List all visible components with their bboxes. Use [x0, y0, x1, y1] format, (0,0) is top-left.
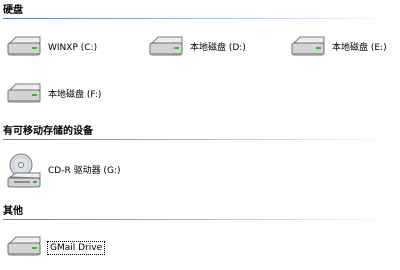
hard-drive-icon — [148, 34, 186, 62]
drive-label: GMail Drive — [47, 241, 106, 255]
section-header-removable-storage: 有可移动存储的设备 — [3, 126, 397, 140]
drive-label: 本地磁盘 (F:) — [48, 90, 102, 100]
section-title: 其他 — [3, 206, 23, 217]
drive-label: 本地磁盘 (D:) — [190, 43, 246, 53]
drive-item-e[interactable]: 本地磁盘 (E:) — [290, 32, 388, 64]
section-divider — [3, 139, 397, 140]
drive-item-g[interactable]: CD-R 驱动器 (G:) — [6, 150, 121, 192]
hard-drive-icon — [6, 81, 44, 109]
section-title: 有可移动存储的设备 — [3, 126, 93, 137]
drive-item-f[interactable]: 本地磁盘 (F:) — [6, 79, 102, 111]
drive-item-d[interactable]: 本地磁盘 (D:) — [148, 32, 247, 64]
cd-drive-icon — [6, 151, 44, 191]
drive-item-c[interactable]: WINXP (C:) — [6, 32, 98, 64]
hard-drive-icon — [6, 34, 44, 62]
drive-label: CD-R 驱动器 (G:) — [48, 166, 121, 176]
section-title: 硬盘 — [3, 5, 23, 16]
section-divider — [3, 18, 397, 19]
hard-drive-icon — [6, 234, 44, 262]
drive-label: 本地磁盘 (E:) — [332, 43, 387, 53]
section-divider — [3, 219, 397, 220]
section-header-hard-drives: 硬盘 — [3, 5, 397, 19]
section-header-other: 其他 — [3, 206, 397, 220]
hard-drive-icon — [290, 34, 328, 62]
drive-item-gmail[interactable]: GMail Drive — [6, 232, 106, 264]
drive-label: WINXP (C:) — [48, 43, 98, 53]
